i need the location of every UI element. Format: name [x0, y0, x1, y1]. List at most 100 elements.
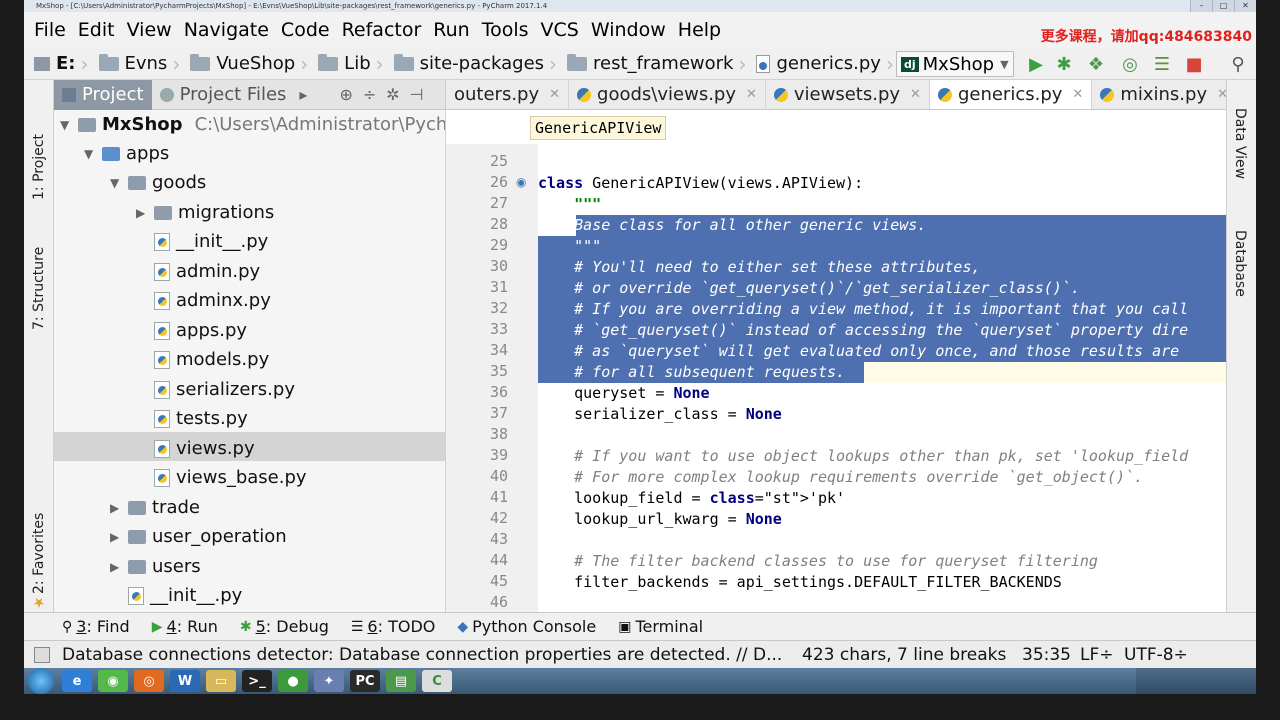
- tab-goods-views-py[interactable]: goods\views.py ✕: [569, 80, 766, 109]
- explorer-icon[interactable]: ▭: [206, 670, 236, 692]
- concurrency-icon[interactable]: ☰: [1152, 55, 1172, 75]
- menu-view[interactable]: View: [121, 19, 178, 41]
- crumb-site-packages[interactable]: site-packages: [384, 53, 549, 74]
- debug-icon[interactable]: ✱: [1054, 55, 1074, 75]
- tab-routers-py[interactable]: outers.py ✕: [446, 80, 570, 109]
- tree-node-apps-init-py[interactable]: __init__.py: [128, 581, 242, 610]
- coverage-icon[interactable]: ❖: [1086, 55, 1106, 75]
- tree-node-users[interactable]: ▶ users: [110, 552, 201, 581]
- tree-node-tests-py[interactable]: tests.py: [154, 404, 248, 433]
- close-window-button[interactable]: ✕: [1234, 0, 1256, 12]
- pycharm-icon[interactable]: PC: [350, 670, 380, 692]
- menu-help[interactable]: Help: [672, 19, 727, 41]
- code-line[interactable]: serializer_class = None: [538, 404, 782, 425]
- line-separator[interactable]: LF÷: [1080, 645, 1124, 665]
- run-icon[interactable]: ▶: [1026, 55, 1046, 75]
- favorites-tool-tab[interactable]: ★ 2: Favorites: [28, 500, 50, 610]
- crumb-rest-framework[interactable]: rest_framework: [557, 53, 738, 74]
- status-message[interactable]: Database connections detector: Database …: [62, 645, 792, 665]
- code-area[interactable]: class GenericAPIView(views.APIView): """…: [538, 144, 1226, 612]
- code-line[interactable]: # as `queryset` will get evaluated only …: [538, 341, 1179, 362]
- tree-node-migrations[interactable]: ▶ migrations: [136, 198, 274, 227]
- close-icon[interactable]: ✕: [746, 80, 757, 109]
- file-encoding[interactable]: UTF-8÷: [1124, 645, 1194, 665]
- code-line[interactable]: # The filter backend classes to use for …: [538, 551, 1098, 572]
- app-icon[interactable]: C: [422, 670, 452, 692]
- tree-node-mxshop[interactable]: ▼ MxShop C:\Users\Administrator\Pycha: [60, 110, 445, 139]
- tree-node-admin-py[interactable]: admin.py: [154, 257, 260, 286]
- menu-vcs[interactable]: VCS: [535, 19, 585, 41]
- maximize-button[interactable]: □: [1212, 0, 1234, 12]
- tab-project-files[interactable]: Project Files: [152, 80, 295, 110]
- browser-icon[interactable]: ◉: [98, 670, 128, 692]
- crumb-evns[interactable]: Evns: [89, 53, 173, 74]
- profile-icon[interactable]: ◎: [1120, 55, 1140, 75]
- code-line[interactable]: lookup_field = class="st">'pk': [538, 488, 845, 509]
- menu-file[interactable]: File: [28, 19, 72, 41]
- data-view-tool-tab[interactable]: Data View: [1232, 108, 1248, 179]
- find-tool-button[interactable]: ⚲ 3: Find: [62, 617, 130, 636]
- menu-tools[interactable]: Tools: [476, 19, 535, 41]
- menu-refactor[interactable]: Refactor: [336, 19, 428, 41]
- tree-node-goods[interactable]: ▼ goods: [110, 168, 206, 197]
- project-tool-tab[interactable]: 1: Project: [28, 100, 50, 200]
- code-line[interactable]: Base class for all other generic views.: [538, 215, 926, 236]
- tab-project[interactable]: Project: [54, 80, 152, 110]
- tree-node-init-py[interactable]: __init__.py: [154, 227, 268, 256]
- app-icon[interactable]: ●: [278, 670, 308, 692]
- tool-window-toggle-icon[interactable]: [34, 646, 50, 663]
- structure-tool-tab[interactable]: 7: Structure: [28, 220, 50, 330]
- tree-node-serializers-py[interactable]: serializers.py: [154, 375, 295, 404]
- code-line[interactable]: # If you want to use object lookups othe…: [538, 446, 1188, 467]
- menu-code[interactable]: Code: [275, 19, 336, 41]
- code-line[interactable]: queryset = None: [538, 383, 709, 404]
- caret-position[interactable]: 35:35: [1022, 645, 1080, 665]
- search-icon[interactable]: ⚲: [1228, 55, 1248, 75]
- override-marker-icon[interactable]: ◉: [516, 175, 526, 189]
- app-icon[interactable]: ▤: [386, 670, 416, 692]
- menu-navigate[interactable]: Navigate: [178, 19, 275, 41]
- python-console-button[interactable]: ◆ Python Console: [457, 617, 596, 636]
- crumb-vueshop[interactable]: VueShop: [180, 53, 300, 74]
- scroll-from-source-icon[interactable]: ⊕: [334, 85, 357, 104]
- code-line[interactable]: """: [538, 194, 601, 215]
- crumb-generics[interactable]: generics.py: [746, 53, 885, 74]
- close-icon[interactable]: ✕: [910, 80, 921, 109]
- app-icon[interactable]: ✦: [314, 670, 344, 692]
- tree-node-trade[interactable]: ▶ trade: [110, 493, 200, 522]
- todo-tool-button[interactable]: ☰ 6: TODO: [351, 617, 436, 636]
- tree-node-user-operation[interactable]: ▶ user_operation: [110, 522, 287, 551]
- menu-edit[interactable]: Edit: [72, 19, 121, 41]
- gear-icon[interactable]: ✲: [381, 85, 404, 104]
- code-line[interactable]: # or override `get_queryset()`/`get_seri…: [538, 278, 1080, 299]
- close-icon[interactable]: ✕: [1072, 80, 1083, 109]
- collapse-all-icon[interactable]: ÷: [358, 85, 381, 104]
- tree-node-views-py[interactable]: views.py: [154, 434, 255, 463]
- tree-node-models-py[interactable]: models.py: [154, 345, 269, 374]
- cmd-icon[interactable]: >_: [242, 670, 272, 692]
- tab-mixins-py[interactable]: mixins.py✕: [1092, 80, 1226, 109]
- run-configuration-select[interactable]: dj MxShop ▼: [896, 51, 1014, 77]
- start-icon[interactable]: [28, 668, 54, 694]
- tab-viewsets-py[interactable]: viewsets.py ✕: [766, 80, 930, 109]
- crumb-lib[interactable]: Lib: [308, 53, 375, 74]
- minimize-button[interactable]: –: [1190, 0, 1212, 12]
- menu-window[interactable]: Window: [585, 19, 672, 41]
- class-breadcrumb[interactable]: GenericAPIView: [530, 116, 667, 140]
- code-line[interactable]: # for all subsequent requests.: [538, 362, 845, 383]
- close-icon[interactable]: ✕: [549, 80, 560, 109]
- hide-panel-icon[interactable]: ⊣: [405, 85, 429, 104]
- code-line[interactable]: lookup_url_kwarg = None: [538, 509, 782, 530]
- close-icon[interactable]: ✕: [1217, 80, 1226, 109]
- tree-node-apps-py[interactable]: apps.py: [154, 316, 247, 345]
- expand-icon[interactable]: ▸: [294, 85, 312, 104]
- code-line[interactable]: # You'll need to either set these attrib…: [538, 257, 980, 278]
- run-tool-button[interactable]: ▶ 4: Run: [152, 617, 218, 636]
- word-icon[interactable]: W: [170, 670, 200, 692]
- debug-tool-button[interactable]: ✱ 5: Debug: [240, 617, 329, 636]
- firefox-icon[interactable]: ◎: [134, 670, 164, 692]
- menu-run[interactable]: Run: [427, 19, 475, 41]
- tree-node-apps[interactable]: ▼ apps: [84, 139, 169, 168]
- code-line[interactable]: # If you are overriding a view method, i…: [538, 299, 1188, 320]
- tab-generics-py[interactable]: generics.py ✕: [929, 80, 1093, 109]
